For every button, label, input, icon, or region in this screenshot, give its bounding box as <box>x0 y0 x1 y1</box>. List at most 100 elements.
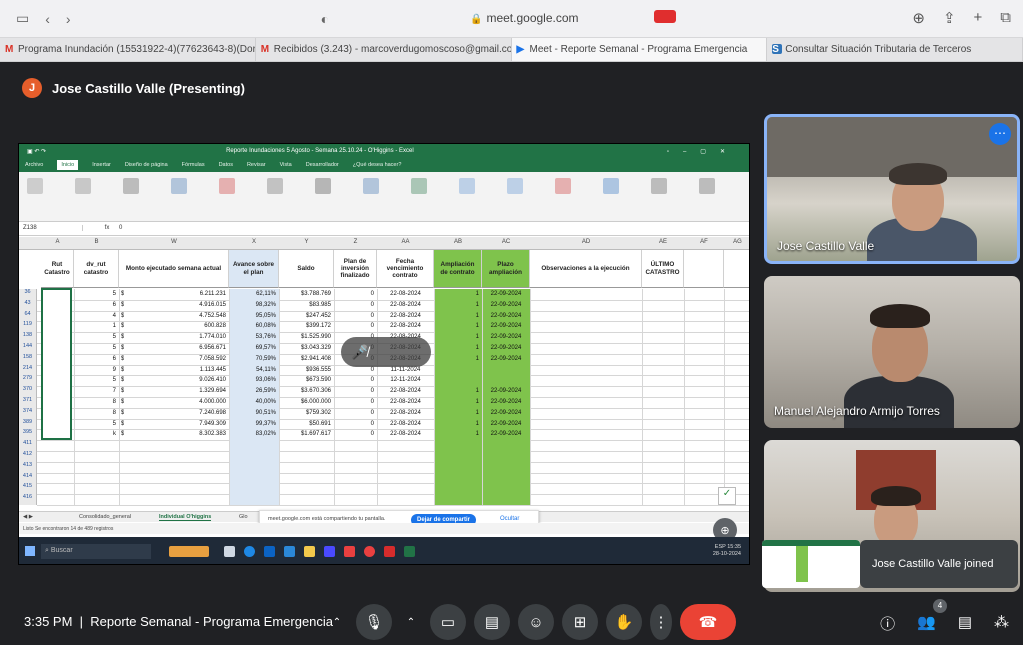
cell-ampliacion[interactable]: 1 <box>434 409 482 418</box>
tab-gmail-programa[interactable]: M Programa Inundación (15531922-4)(776236… <box>0 38 256 61</box>
cell-fecha[interactable]: 22-08-2024 <box>377 409 434 418</box>
cell-avance[interactable]: 98,32% <box>229 301 279 310</box>
column-letter[interactable]: W <box>119 239 229 245</box>
present-button[interactable]: ⊞ <box>562 604 598 640</box>
cell-dv[interactable]: k <box>74 430 119 439</box>
cell-plan[interactable]: 0 <box>334 376 377 385</box>
cell-dv[interactable]: 5 <box>74 376 119 385</box>
column-letter[interactable]: B <box>74 239 119 245</box>
cell-plan[interactable]: 0 <box>334 409 377 418</box>
chrome-icon[interactable] <box>244 546 255 557</box>
column-letter[interactable]: Y <box>279 239 334 245</box>
privacy-icon[interactable]: ◐ <box>321 11 329 27</box>
cell-avance[interactable]: 53,76% <box>229 333 279 342</box>
row-number[interactable]: 144 <box>19 343 37 354</box>
cell-ampliacion[interactable]: 1 <box>434 312 482 321</box>
row-number[interactable]: 415 <box>19 483 37 495</box>
column-header[interactable] <box>684 250 724 288</box>
row-number[interactable]: 36 <box>19 289 37 300</box>
ribbon-tool-icon[interactable] <box>699 178 715 194</box>
excel-menu-item[interactable]: Inicio <box>57 160 79 170</box>
column-letter[interactable]: AF <box>684 239 724 245</box>
cell-plazo[interactable]: 22-09-2024 <box>482 398 530 407</box>
excel-menu-item[interactable]: Fórmulas <box>182 162 205 168</box>
cell-avance[interactable]: 83,02% <box>229 430 279 439</box>
cell-saldo[interactable]: $3.670.306 <box>279 387 334 396</box>
row-number[interactable]: 413 <box>19 461 37 473</box>
cell-saldo[interactable]: $936.555 <box>279 366 334 375</box>
cell-ampliacion[interactable]: 1 <box>434 430 482 439</box>
cell-saldo[interactable]: $1.697.617 <box>279 430 334 439</box>
cell-plan[interactable]: 0 <box>334 301 377 310</box>
cell-avance[interactable]: 99,37% <box>229 420 279 429</box>
name-box[interactable]: Z138 <box>23 225 83 231</box>
cell-monto[interactable]: 1.774.010 <box>119 333 229 342</box>
ribbon-tool-icon[interactable] <box>75 178 91 194</box>
cell-plan[interactable]: 0 <box>334 398 377 407</box>
cell-avance[interactable]: 60,08% <box>229 322 279 331</box>
excel-menu-item[interactable]: Desarrollador <box>306 162 339 168</box>
row-number[interactable]: 43 <box>19 299 37 311</box>
video-options-icon[interactable]: ⌃ <box>400 604 422 640</box>
cell-ampliacion[interactable]: 1 <box>434 344 482 353</box>
ribbon-tool-icon[interactable] <box>267 178 283 194</box>
row-number[interactable]: 371 <box>19 397 37 408</box>
cell-dv[interactable]: 7 <box>74 387 119 396</box>
cell-avance[interactable]: 70,59% <box>229 355 279 364</box>
app-l-icon[interactable] <box>324 546 335 557</box>
cell-ampliacion[interactable]: 1 <box>434 333 482 342</box>
cell-monto[interactable]: 4.916.015 <box>119 301 229 310</box>
ribbon-tool-icon[interactable] <box>219 178 235 194</box>
taskbar-widget-icon[interactable] <box>169 546 209 557</box>
cell-dv[interactable]: 8 <box>74 398 119 407</box>
cell-plazo[interactable]: 22-09-2024 <box>482 322 530 331</box>
row-number[interactable]: 416 <box>19 494 37 505</box>
cell-fecha[interactable]: 22-08-2024 <box>377 420 434 429</box>
more-options-button[interactable]: ⋮ <box>650 604 672 640</box>
cell-monto[interactable]: 600.828 <box>119 322 229 331</box>
cell-saldo[interactable]: $1.525.990 <box>279 333 334 342</box>
excel-menu-item[interactable]: Vista <box>280 162 292 168</box>
cell-plazo[interactable]: 22-09-2024 <box>482 409 530 418</box>
opera-icon[interactable] <box>364 546 375 557</box>
back-icon[interactable]: ‹ <box>45 11 50 27</box>
cell-saldo[interactable]: $673.590 <box>279 376 334 385</box>
cell-saldo[interactable]: $50.691 <box>279 420 334 429</box>
column-header[interactable]: Rut Catastro <box>41 250 74 288</box>
cell-ampliacion[interactable] <box>434 366 482 375</box>
column-header[interactable]: Plazo ampliación <box>482 250 530 288</box>
cell-plan[interactable]: 0 <box>334 420 377 429</box>
row-number[interactable]: 119 <box>19 321 37 333</box>
cell-dv[interactable]: 5 <box>74 333 119 342</box>
cell-dv[interactable]: 5 <box>74 344 119 353</box>
cell-plan[interactable]: 0 <box>334 290 377 299</box>
column-header[interactable]: ÚLTIMO CATASTRO <box>642 250 684 288</box>
cell-fecha[interactable]: 22-08-2024 <box>377 398 434 407</box>
cell-monto[interactable]: 6.211.231 <box>119 290 229 299</box>
chat-icon[interactable]: ▤ <box>958 613 972 634</box>
row-number[interactable]: 389 <box>19 418 37 430</box>
cell-monto[interactable]: 9.026.410 <box>119 376 229 385</box>
cell-monto[interactable]: 7.949.309 <box>119 420 229 429</box>
address-bar[interactable]: 🔒 meet.google.com <box>470 11 579 25</box>
cell-dv[interactable]: 6 <box>74 301 119 310</box>
cell-fecha[interactable]: 22-08-2024 <box>377 387 434 396</box>
excel-menu-item[interactable]: Archivo <box>25 162 43 168</box>
cell-ampliacion[interactable]: 1 <box>434 398 482 407</box>
cell-fecha[interactable]: 22-08-2024 <box>377 322 434 331</box>
cell-plazo[interactable] <box>482 376 530 385</box>
column-header[interactable]: Fecha vencimiento contrato <box>377 250 434 288</box>
sidebar-icon[interactable]: ▭ <box>16 10 29 27</box>
cell-avance[interactable]: 26,59% <box>229 387 279 396</box>
ribbon-tool-icon[interactable] <box>315 178 331 194</box>
cell-ampliacion[interactable] <box>434 376 482 385</box>
formula-value[interactable]: 0 <box>119 225 122 231</box>
cell-monto[interactable]: 4.752.548 <box>119 312 229 321</box>
cell-plan[interactable]: 0 <box>334 430 377 439</box>
excel-menu-item[interactable]: Datos <box>219 162 233 168</box>
cell-ampliacion[interactable]: 1 <box>434 355 482 364</box>
cell-avance[interactable]: 95,05% <box>229 312 279 321</box>
ribbon-tool-icon[interactable] <box>363 178 379 194</box>
cell-saldo[interactable]: $399.172 <box>279 322 334 331</box>
ribbon-tool-icon[interactable] <box>27 178 43 194</box>
